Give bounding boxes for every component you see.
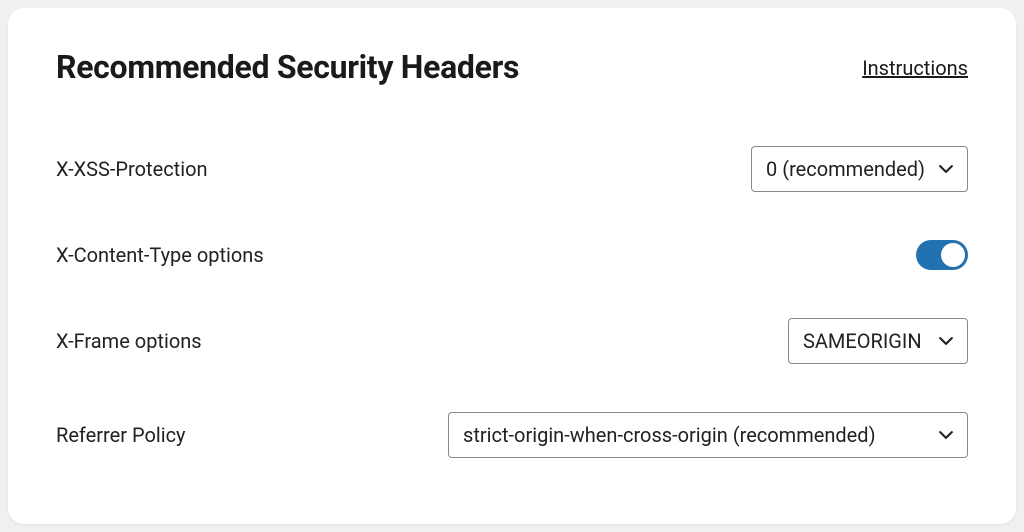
content-type-options-toggle[interactable] (916, 240, 968, 270)
toggle-knob (941, 243, 965, 267)
card-title: Recommended Security Headers (56, 48, 519, 86)
referrer-policy-select[interactable]: strict-origin-when-cross-origin (recomme… (448, 412, 968, 458)
content-type-options-label: X-Content-Type options (56, 243, 264, 267)
row-frame-options: X-Frame options SAMEORIGIN (56, 318, 968, 364)
chevron-down-icon (939, 428, 953, 442)
chevron-down-icon (939, 334, 953, 348)
card-header: Recommended Security Headers Instruction… (56, 48, 968, 86)
chevron-down-icon (939, 162, 953, 176)
referrer-policy-label: Referrer Policy (56, 423, 186, 447)
referrer-policy-value: strict-origin-when-cross-origin (recomme… (463, 423, 876, 447)
row-content-type-options: X-Content-Type options (56, 240, 968, 270)
row-referrer-policy: Referrer Policy strict-origin-when-cross… (56, 412, 968, 458)
xss-protection-label: X-XSS-Protection (56, 157, 208, 181)
frame-options-label: X-Frame options (56, 329, 202, 353)
security-headers-card: Recommended Security Headers Instruction… (8, 8, 1016, 524)
instructions-link[interactable]: Instructions (862, 56, 968, 80)
xss-protection-value: 0 (recommended) (766, 157, 925, 181)
frame-options-select[interactable]: SAMEORIGIN (788, 318, 968, 364)
xss-protection-select[interactable]: 0 (recommended) (751, 146, 968, 192)
frame-options-value: SAMEORIGIN (803, 329, 922, 353)
row-xss-protection: X-XSS-Protection 0 (recommended) (56, 146, 968, 192)
